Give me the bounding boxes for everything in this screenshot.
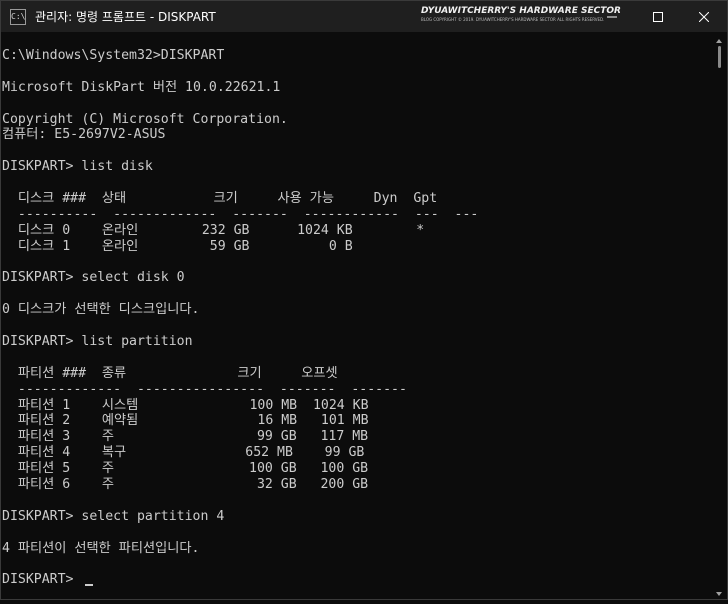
terminal-line: 파티션 5 주 100 GB 100 GB bbox=[2, 461, 369, 477]
terminal-line: DISKPART> select partition 4 bbox=[2, 508, 225, 524]
console-output[interactable]: C:\Windows\System32>DISKPART Microsoft Di… bbox=[1, 32, 713, 599]
terminal-line: 디스크 0 온라인 232 GB 1024 KB * bbox=[2, 222, 425, 238]
watermark-logo: DYUAWITCHERRY'S HARDWARE SECTOR BLOG COP… bbox=[421, 6, 621, 23]
terminal-line: 4 파티션이 선택한 파티션입니다. bbox=[2, 540, 200, 556]
close-button[interactable] bbox=[681, 1, 727, 32]
terminal-line: Microsoft DiskPart 버전 10.0.22621.1 bbox=[2, 79, 281, 95]
watermark-subtitle: BLOG COPYRIGHT © 2019. DYUAWITCHERRY'S H… bbox=[421, 17, 605, 22]
terminal-line: 컴퓨터: E5-2697V2-ASUS bbox=[2, 127, 166, 143]
terminal-line: 파티션 4 복구 652 MB 99 GB bbox=[2, 445, 365, 461]
terminal-line: ------------- ---------------- ------- -… bbox=[2, 381, 407, 397]
terminal-line: 디스크 1 온라인 59 GB 0 B bbox=[2, 238, 353, 254]
terminal-line: DISKPART> list partition bbox=[2, 334, 193, 350]
terminal-line: DISKPART> select disk 0 bbox=[2, 270, 185, 286]
terminal-line: 0 디스크가 선택한 디스크입니다. bbox=[2, 302, 200, 318]
window-title: 관리자: 명령 프롬프트 - DISKPART bbox=[35, 10, 216, 24]
terminal-line: 파티션 2 예약됨 16 MB 101 MB bbox=[2, 413, 369, 429]
terminal-line: ---------- ------------- ------- -------… bbox=[2, 206, 479, 222]
prompt-line[interactable]: DISKPART> bbox=[2, 572, 713, 588]
minimize-icon bbox=[607, 16, 617, 17]
terminal-line: 파티션 6 주 32 GB 200 GB bbox=[2, 477, 369, 493]
terminal-text: C:\Windows\System32>DISKPART Microsoft Di… bbox=[1, 32, 713, 588]
arrow-down-icon bbox=[716, 592, 722, 596]
terminal-line: 디스크 ### 상태 크기 사용 가능 Dyn Gpt bbox=[2, 191, 438, 207]
watermark-title: DYUAWITCHERRY'S HARDWARE SECTOR bbox=[421, 6, 621, 16]
scroll-down-button[interactable] bbox=[713, 585, 725, 597]
close-icon bbox=[699, 11, 709, 22]
terminal-line: C:\Windows\System32>DISKPART bbox=[2, 48, 225, 63]
window-controls bbox=[589, 1, 727, 32]
terminal-app-icon[interactable]: C:\ bbox=[10, 8, 26, 25]
terminal-line: DISKPART> list disk bbox=[2, 159, 153, 175]
maximize-button[interactable] bbox=[635, 1, 681, 32]
maximize-icon bbox=[653, 11, 663, 22]
terminal-line: 파티션 3 주 99 GB 117 MB bbox=[2, 429, 369, 445]
terminal-line: 파티션 ### 종류 크기 오프셋 bbox=[2, 365, 338, 381]
title-bar[interactable]: C:\ 관리자: 명령 프롬프트 - DISKPART DYUAWITCHERR… bbox=[1, 1, 727, 32]
scroll-up-button[interactable] bbox=[713, 32, 725, 44]
scrollbar-thumb[interactable] bbox=[718, 46, 721, 68]
terminal-line: 파티션 1 시스템 100 MB 1024 KB bbox=[2, 397, 369, 413]
prompt-text: DISKPART> bbox=[2, 572, 82, 588]
terminal-line: Copyright (C) Microsoft Corporation. bbox=[2, 111, 288, 127]
text-cursor bbox=[85, 584, 94, 587]
vertical-scrollbar[interactable] bbox=[713, 32, 725, 599]
minimize-button[interactable] bbox=[589, 1, 635, 32]
command-prompt-window: C:\ 관리자: 명령 프롬프트 - DISKPART DYUAWITCHERR… bbox=[0, 0, 728, 600]
